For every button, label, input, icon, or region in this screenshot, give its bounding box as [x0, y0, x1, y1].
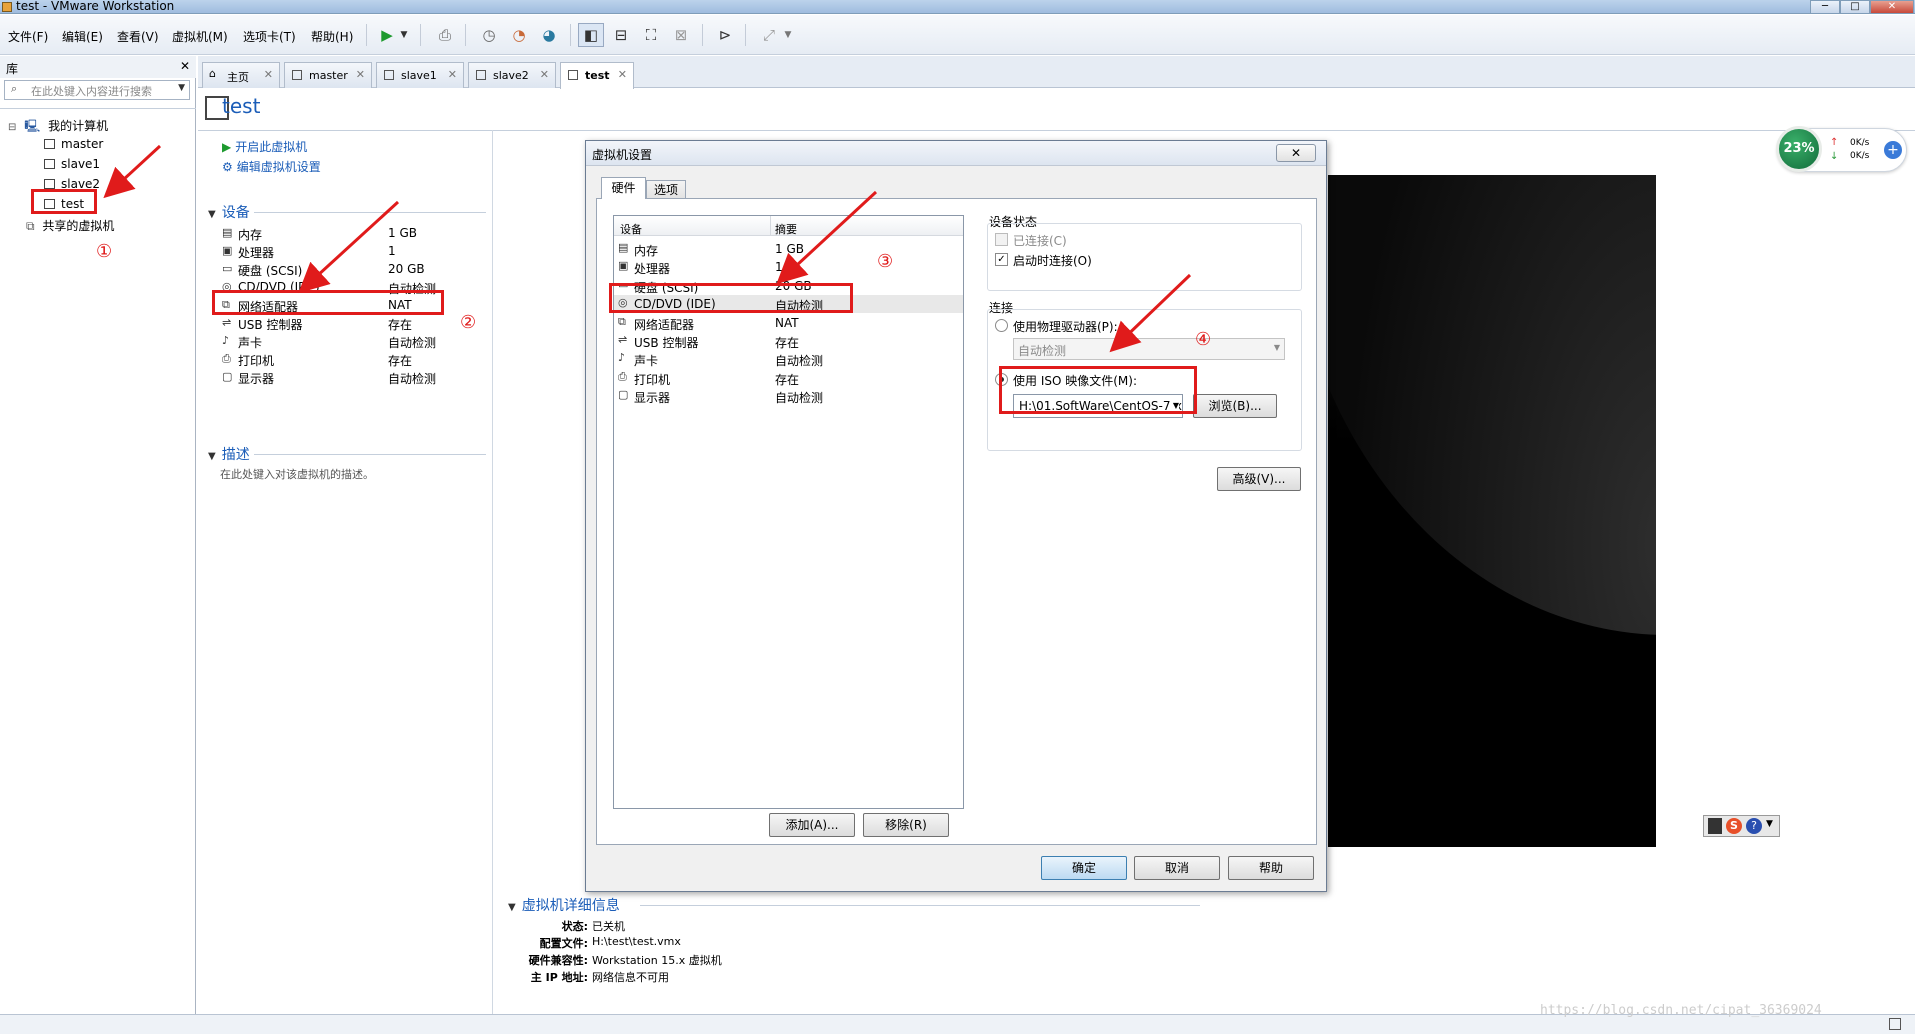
tab-hardware[interactable]: 硬件	[601, 177, 646, 199]
detail-key: 硬件兼容性:	[528, 954, 588, 967]
annotation-arrows	[103, 144, 1192, 353]
collapse-arrow-icon: ▼	[508, 902, 516, 913]
annotation-arrow-1	[103, 144, 162, 199]
detail-value: 已关机	[592, 920, 625, 933]
details-section-header[interactable]: ▼ 虚拟机详细信息	[508, 895, 620, 915]
detail-value: H:\test\test.vmx	[592, 935, 681, 948]
watermark: https://blog.csdn.net/cipat_36369024	[1540, 1003, 1822, 1018]
annotation-arrow-2	[298, 200, 400, 294]
annotation-arrow-4	[1109, 273, 1192, 353]
divider	[640, 905, 1200, 906]
section-title: 虚拟机详细信息	[521, 898, 620, 914]
detail-value: Workstation 15.x 虚拟机	[592, 954, 722, 967]
annotation-arrow-3	[776, 190, 878, 285]
detail-key: 配置文件:	[539, 937, 588, 950]
detail-key: 状态:	[561, 920, 588, 933]
detail-value: 网络信息不可用	[592, 971, 669, 984]
detail-key: 主 IP 地址:	[530, 971, 588, 984]
message-log-icon[interactable]	[1889, 1018, 1901, 1030]
